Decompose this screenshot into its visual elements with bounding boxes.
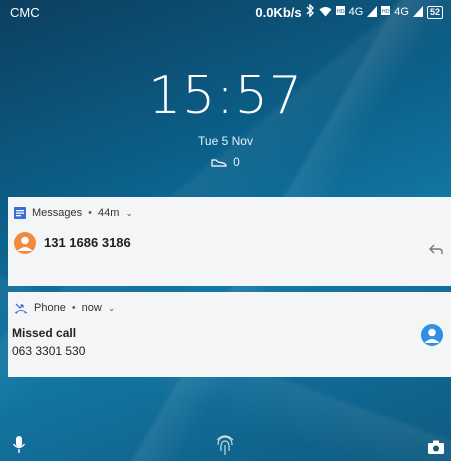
header-separator: • [88,207,92,219]
missed-call-icon [14,303,28,314]
wifi-icon [319,5,332,20]
phone-app-name: Phone [34,302,66,314]
phone-age: now [81,302,102,314]
contact-avatar-icon [14,232,36,254]
message-sender: 131 1686 3186 [44,235,131,250]
svg-text:HD: HD [382,9,390,15]
phone-notification-header[interactable]: Phone • now ⌄ [14,302,115,314]
messages-app-icon [14,207,26,219]
bluetooth-icon [306,3,315,20]
hd-icon: HD [381,6,391,18]
microphone-icon[interactable] [12,435,26,455]
messages-app-name: Messages [32,207,83,219]
camera-icon[interactable] [427,439,445,455]
missed-call-number: 063 3301 530 [12,344,86,358]
svg-text:HD: HD [337,9,345,15]
status-bar: CMC 0.0Kb/s HD 4G HD 4G 52 [0,0,451,24]
chevron-down-icon[interactable]: ⌄ [125,208,133,219]
battery-icon: 52 [426,5,443,19]
signal-label-1: 4G [348,6,364,18]
fingerprint-icon[interactable] [212,431,238,457]
hd-icon: HD [335,6,345,18]
phone-notification[interactable]: Phone • now ⌄ Missed call 063 3301 530 [8,292,451,377]
lockscreen-clock: 15:57 [148,66,303,126]
carrier-name: CMC [10,4,40,20]
signal-icon [367,5,378,20]
missed-call-title: Missed call [12,326,77,340]
step-count: 0 [233,155,240,169]
header-separator: • [71,302,76,314]
signal-icon [412,5,423,20]
signal-label-2: 4G [394,6,409,18]
messages-notification[interactable]: Messages • 44m ⌄ 131 1686 3186 [8,197,451,286]
lockscreen-date: Tue 5 Nov [198,134,253,148]
messages-age: 44m [98,207,120,219]
reply-icon[interactable] [429,243,443,255]
chevron-down-icon[interactable]: ⌄ [108,303,116,314]
status-indicators: 0.0Kb/s HD 4G HD 4G 52 [255,3,443,20]
step-counter: 0 [0,155,451,169]
network-speed: 0.0Kb/s [255,4,302,20]
battery-level: 52 [429,6,440,17]
shoe-icon [211,158,227,167]
contact-avatar-icon[interactable] [421,324,443,346]
messages-notification-header[interactable]: Messages • 44m ⌄ [14,207,133,219]
